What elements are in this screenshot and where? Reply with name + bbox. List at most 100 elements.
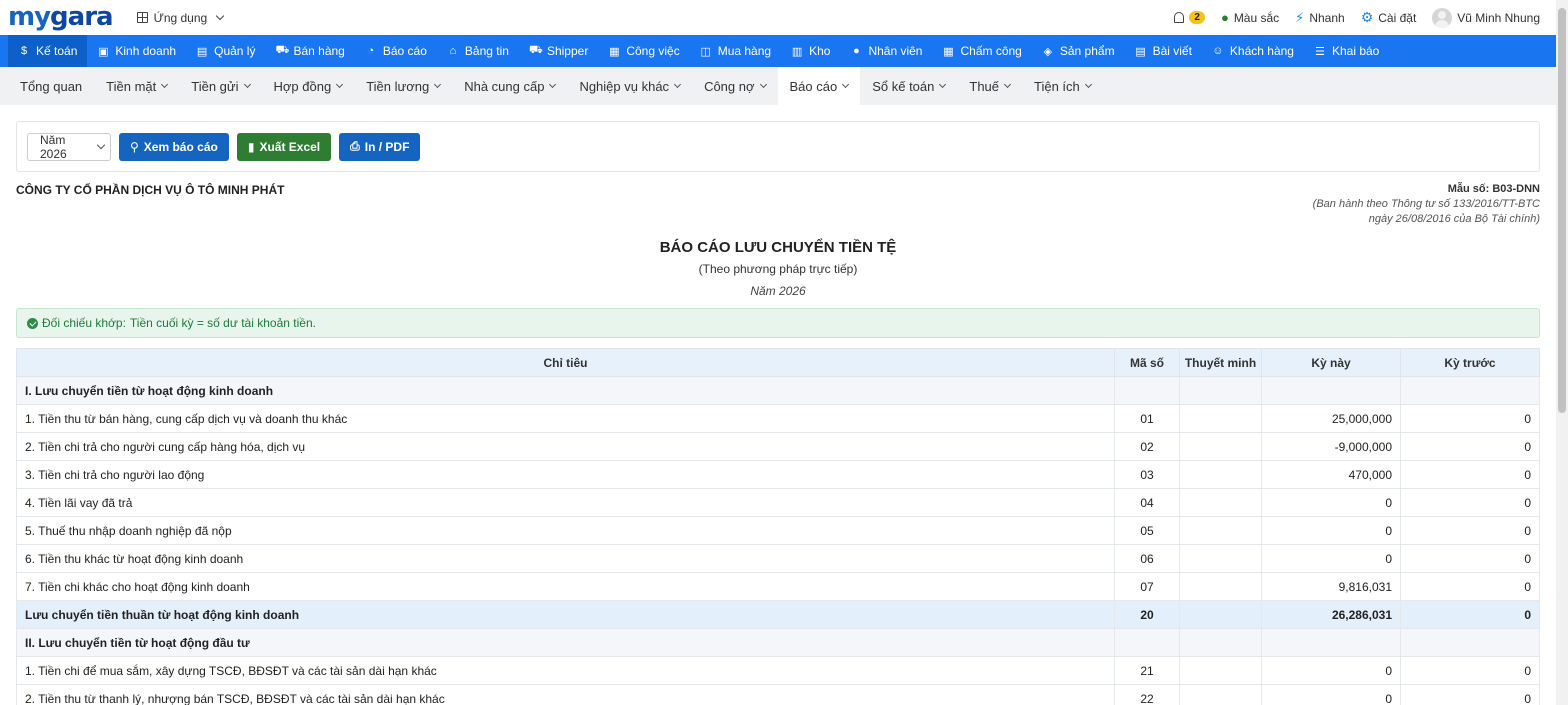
cell-previous: 0 bbox=[1400, 600, 1540, 629]
subnav-item-4[interactable]: Tiền lương bbox=[354, 67, 452, 105]
color-label: Màu sắc bbox=[1233, 10, 1280, 25]
subnav-item-3[interactable]: Hợp đồng bbox=[262, 67, 355, 105]
cell-label: II. Lưu chuyển tiền từ hoạt động đầu tư bbox=[16, 628, 1115, 657]
user-name: Vũ Minh Nhung bbox=[1457, 10, 1540, 25]
subnav-item-7[interactable]: Công nợ bbox=[692, 67, 777, 105]
cell-code: 20 bbox=[1114, 600, 1180, 629]
color-button[interactable]: ● Màu sắc bbox=[1221, 10, 1279, 25]
subnav-item-0[interactable]: Tổng quan bbox=[8, 67, 94, 105]
module-5[interactable]: ⌂ Bảng tin bbox=[437, 35, 519, 67]
cell-label: 3. Tiền chi trả cho người lao động bbox=[16, 460, 1115, 489]
module-4[interactable]: ◔ Báo cáo bbox=[355, 35, 437, 67]
notification-badge: 2 bbox=[1189, 11, 1205, 24]
cell-code: 03 bbox=[1114, 460, 1180, 489]
report-subtitle: (Theo phương pháp trực tiếp) bbox=[698, 262, 858, 276]
user-menu[interactable]: Vũ Minh Nhung bbox=[1432, 7, 1540, 28]
cell-code: 01 bbox=[1114, 404, 1180, 433]
module-8[interactable]: ◫ Mua hàng bbox=[690, 35, 781, 67]
quick-button[interactable]: ⚡ Nhanh bbox=[1295, 10, 1345, 26]
settings-button[interactable]: ⚙ Cài đặt bbox=[1361, 9, 1417, 26]
subnav-item-11[interactable]: Tiện ích bbox=[1022, 67, 1103, 105]
cell-label: 2. Tiền chi trả cho người cung cấp hàng … bbox=[16, 432, 1115, 461]
module-15[interactable]: ☰ Khai báo bbox=[1304, 35, 1389, 67]
logo-gara: gara bbox=[50, 1, 114, 32]
module-3[interactable]: ⛟ Bán hàng bbox=[265, 35, 354, 67]
subnav-label: Tiện ích bbox=[1034, 78, 1080, 94]
cell-previous: 0 bbox=[1400, 656, 1540, 685]
subnav-item-8[interactable]: Báo cáo bbox=[777, 67, 861, 105]
header-cell: Kỳ này bbox=[1261, 348, 1401, 377]
cell-note bbox=[1179, 404, 1262, 433]
chevron-down-icon bbox=[549, 80, 557, 89]
view-report-button[interactable]: ⚲ Xem báo cáo bbox=[119, 132, 229, 161]
notifications-button[interactable]: 2 bbox=[1174, 11, 1205, 24]
cell-current: 0 bbox=[1261, 488, 1401, 517]
apps-label: Ứng dụng bbox=[153, 10, 208, 25]
print-pdf-button[interactable]: ⎙ In / PDF bbox=[339, 132, 421, 161]
header-cell: Kỳ trước bbox=[1400, 348, 1540, 377]
page-scrollbar[interactable] bbox=[1556, 0, 1568, 705]
module-label: Kế toán bbox=[36, 44, 78, 58]
cell-code bbox=[1114, 628, 1180, 657]
module-0[interactable]: $ Kế toán bbox=[8, 35, 88, 67]
cell-note bbox=[1179, 432, 1262, 461]
smile-icon: ☺ bbox=[1212, 45, 1224, 57]
subnav-item-6[interactable]: Nghiệp vụ khác bbox=[567, 67, 692, 105]
module-label: Bài viết bbox=[1152, 44, 1192, 58]
list-icon: ☰ bbox=[1315, 45, 1325, 58]
subnav-label: Nghiệp vụ khác bbox=[579, 78, 670, 94]
subnav-item-9[interactable]: Sổ kế toán bbox=[860, 67, 957, 105]
cell-code: 06 bbox=[1114, 544, 1180, 573]
truck-icon: ⛟ bbox=[528, 44, 543, 56]
subnav-item-10[interactable]: Thuế bbox=[957, 67, 1022, 105]
module-14[interactable]: ☺ Khách hàng bbox=[1202, 35, 1304, 67]
cell-code: 21 bbox=[1114, 656, 1180, 685]
check-circle-icon bbox=[27, 317, 38, 329]
cell-note bbox=[1179, 516, 1262, 545]
cell-note bbox=[1179, 600, 1262, 629]
module-7[interactable]: ▦ Công việc bbox=[598, 35, 689, 67]
logo-my: my bbox=[8, 1, 51, 32]
settings-label: Cài đặt bbox=[1378, 10, 1417, 25]
subnav-item-2[interactable]: Tiền gửi bbox=[179, 67, 261, 105]
scrollbar-thumb[interactable] bbox=[1558, 8, 1566, 413]
cell-current: 0 bbox=[1261, 656, 1401, 685]
chevron-down-icon bbox=[336, 80, 344, 89]
subnav-item-1[interactable]: Tiền mặt bbox=[94, 67, 179, 105]
module-label: Công việc bbox=[626, 44, 680, 58]
avatar bbox=[1432, 7, 1453, 28]
cell-previous: 0 bbox=[1400, 488, 1540, 517]
cell-previous: 0 bbox=[1400, 684, 1540, 705]
subnav-label: Nhà cung cấp bbox=[464, 78, 545, 94]
year-select[interactable]: Năm 2026 bbox=[27, 132, 111, 161]
chevron-down-icon bbox=[243, 80, 251, 89]
export-excel-button[interactable]: ▮ Xuất Excel bbox=[236, 132, 332, 161]
logo[interactable]: mygara bbox=[8, 1, 114, 32]
module-label: Báo cáo bbox=[382, 44, 427, 58]
subnav-label: Thuế bbox=[969, 78, 1000, 94]
subnav-item-5[interactable]: Nhà cung cấp bbox=[452, 67, 567, 105]
module-11[interactable]: ▦ Chấm công bbox=[932, 35, 1031, 67]
alert-text: Tiền cuối kỳ = số dư tài khoản tiền. bbox=[129, 316, 316, 330]
newspaper-icon: ▤ bbox=[1135, 45, 1146, 58]
subnav-label: Công nợ bbox=[704, 78, 755, 94]
module-9[interactable]: ▥ Kho bbox=[781, 35, 840, 67]
table-body: I. Lưu chuyển tiền từ hoạt động kinh doa… bbox=[16, 376, 1540, 705]
module-2[interactable]: ▤ Quản lý bbox=[186, 35, 265, 67]
module-10[interactable]: ● Nhân viên bbox=[840, 35, 932, 67]
cell-code: 04 bbox=[1114, 488, 1180, 517]
apps-menu[interactable]: Ứng dụng bbox=[136, 10, 225, 25]
module-6[interactable]: ⛟ Shipper bbox=[519, 35, 598, 67]
module-label: Quản lý bbox=[214, 44, 256, 58]
module-13[interactable]: ▤ Bài viết bbox=[1125, 35, 1202, 67]
cell-label: 4. Tiền lãi vay đã trả bbox=[16, 488, 1115, 517]
export-excel-label: Xuất Excel bbox=[259, 139, 321, 154]
module-label: Shipper bbox=[546, 44, 589, 58]
module-1[interactable]: ▣ Kinh doanh bbox=[87, 35, 186, 67]
grid-icon bbox=[136, 12, 148, 23]
form-note-1: (Ban hành theo Thông tư số 133/2016/TT-B… bbox=[1312, 198, 1540, 210]
quick-label: Nhanh bbox=[1309, 10, 1345, 25]
chevron-down-icon bbox=[842, 80, 850, 89]
module-12[interactable]: ◈ Sản phẩm bbox=[1032, 35, 1125, 67]
cell-code bbox=[1114, 376, 1180, 405]
